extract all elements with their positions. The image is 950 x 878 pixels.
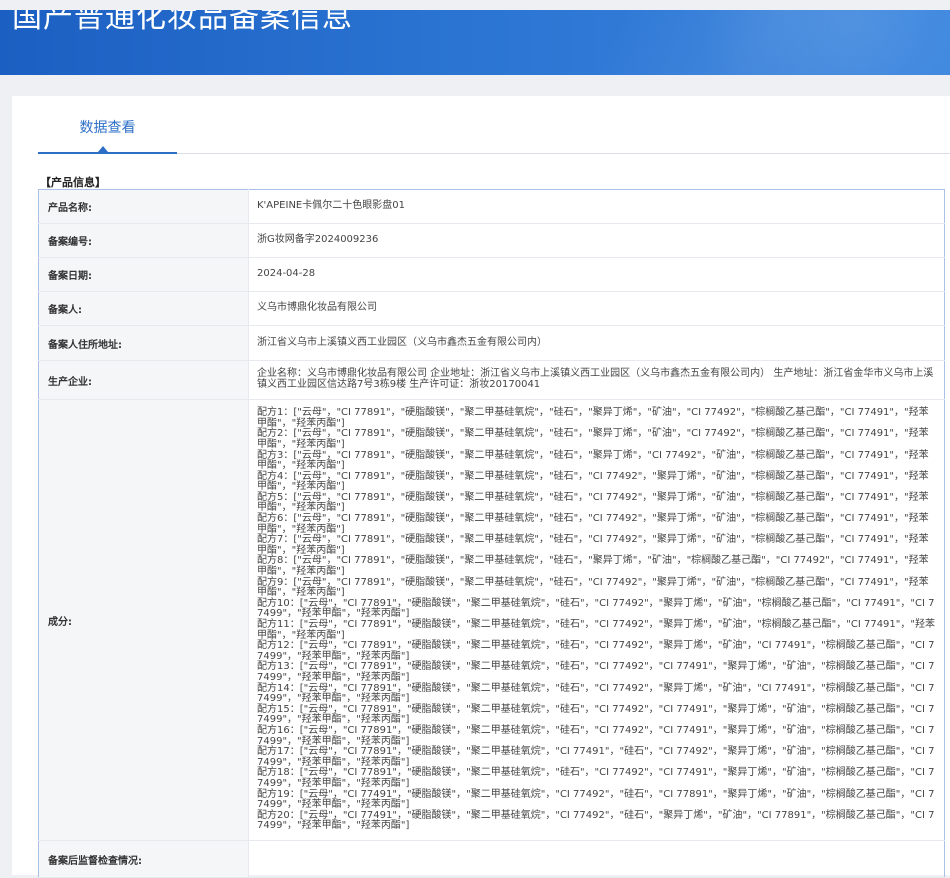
formula-item: 配方14：["云母"，"CI 77891"，"硬脂酸镁"，"聚二甲基硅氧烷"，"… <box>257 682 935 705</box>
value-registrant-address: 浙江省义乌市上溪镇义西工业园区（义乌市鑫杰五金有限公司内） <box>248 325 945 361</box>
label-product-name: 产品名称: <box>38 189 249 224</box>
formula-item: 配方7：["云母"，"CI 77891"，"硬脂酸镁"，"聚二甲基硅氧烷"，"硅… <box>257 534 929 556</box>
formula-item: 配方17：["云母"，"CI 77891"，"硬脂酸镁"，"聚二甲基硅氧烷"，"… <box>257 746 935 768</box>
value-registrant: 义乌市博鼎化妆品有限公司 <box>248 291 945 326</box>
value-manufacturer: 企业名称：义乌市博鼎化妆品有限公司 企业地址：浙江省义乌市上溪镇义西工业园区（义… <box>248 360 945 400</box>
label-post-supervision: 备案后监督检查情况: <box>38 840 249 878</box>
formula-item: 配方3：["云母"，"CI 77891"，"硬脂酸镁"，"聚二甲基硅氧烷"，"硅… <box>257 449 929 472</box>
formula-item: 配方18：["云母"，"CI 77891"，"硬脂酸镁"，"聚二甲基硅氧烷"，"… <box>257 767 935 789</box>
formula-item: 配方20：["云母"，"CI 77491"，"硬脂酸镁"，"聚二甲基硅氧烷"，"… <box>257 809 935 832</box>
page-title: 国产普通化妆品备案信息 <box>12 10 353 35</box>
table-row-registrant-address: 备案人住所地址: 浙江省义乌市上溪镇义西工业园区（义乌市鑫杰五金有限公司内） <box>38 325 945 361</box>
table-row-record-no: 备案编号: 浙G妆网备字2024009236 <box>38 223 945 258</box>
formula-item: 配方8：["云母"，"CI 77891"，"硬脂酸镁"，"聚二甲基硅氧烷"，"硅… <box>257 555 929 578</box>
value-ingredients: 配方1：["云母"，"CI 77891"，"硬脂酸镁"，"聚二甲基硅氧烷"，"硅… <box>248 399 945 841</box>
label-ingredients: 成分: <box>38 399 249 841</box>
section-title-product-info: 【产品信息】 <box>40 176 106 189</box>
page-header: 国产普通化妆品备案信息 <box>0 10 950 75</box>
formula-item: 配方1：["云母"，"CI 77891"，"硬脂酸镁"，"聚二甲基硅氧烷"，"硅… <box>257 407 929 429</box>
header-decoration <box>470 10 950 75</box>
formula-item: 配方12：["云母"，"CI 77891"，"硬脂酸镁"，"聚二甲基硅氧烷"，"… <box>257 640 935 662</box>
tab-data-view-label: 数据查看 <box>79 120 136 136</box>
table-row-product-name: 产品名称: K'APEINE卡佩尔二十色眼影盘01 <box>38 189 945 224</box>
formula-item: 配方6：["云母"，"CI 77891"，"硬脂酸镁"，"聚二甲基硅氧烷"，"硅… <box>257 513 929 535</box>
table-row-ingredients: 成分: 配方1：["云母"，"CI 77891"，"硬脂酸镁"，"聚二甲基硅氧烷… <box>38 399 945 841</box>
table-row-record-date: 备案日期: 2024-04-28 <box>38 257 945 292</box>
tab-data-view[interactable]: 数据查看 <box>38 96 177 154</box>
formula-item: 配方9：["云母"，"CI 77891"，"硬脂酸镁"，"聚二甲基硅氧烷"，"硅… <box>257 576 929 599</box>
tab-bar: 数据查看 <box>38 96 950 154</box>
formula-item: 配方5：["云母"，"CI 77891"，"硬脂酸镁"，"聚二甲基硅氧烷"，"硅… <box>257 491 929 514</box>
formula-item: 配方2：["云母"，"CI 77891"，"硬脂酸镁"，"聚二甲基硅氧烷"，"硅… <box>257 428 929 450</box>
value-record-no: 浙G妆网备字2024009236 <box>248 223 945 258</box>
table-row-post-supervision: 备案后监督检查情况: <box>38 840 945 878</box>
formula-item: 配方16：["云母"，"CI 77891"，"硬脂酸镁"，"聚二甲基硅氧烷"，"… <box>257 724 935 747</box>
value-record-date: 2024-04-28 <box>248 257 945 292</box>
formula-item: 配方11：["云母"，"CI 77891"，"硬脂酸镁"，"聚二甲基硅氧烷"，"… <box>257 619 935 641</box>
label-manufacturer: 生产企业: <box>38 360 249 400</box>
formula-item: 配方13：["云母"，"CI 77891"，"硬脂酸镁"，"聚二甲基硅氧烷"，"… <box>257 661 935 683</box>
formula-item: 配方19：["云母"，"CI 77491"，"硬脂酸镁"，"聚二甲基硅氧烷"，"… <box>257 788 935 811</box>
content-panel: 数据查看 【产品信息】 产品名称: K'APEINE卡佩尔二十色眼影盘01 备案… <box>12 96 950 878</box>
value-post-supervision <box>248 840 945 878</box>
table-row-registrant: 备案人: 义乌市博鼎化妆品有限公司 <box>38 291 945 326</box>
label-record-no: 备案编号: <box>38 223 249 258</box>
product-info-table: 产品名称: K'APEINE卡佩尔二十色眼影盘01 备案编号: 浙G妆网备字20… <box>38 189 945 878</box>
table-row-manufacturer: 生产企业: 企业名称：义乌市博鼎化妆品有限公司 企业地址：浙江省义乌市上溪镇义西… <box>38 360 945 400</box>
label-record-date: 备案日期: <box>38 257 249 292</box>
formula-item: 配方15：["云母"，"CI 77891"，"硬脂酸镁"，"聚二甲基硅氧烷"，"… <box>257 703 935 726</box>
value-product-name: K'APEINE卡佩尔二十色眼影盘01 <box>248 189 945 224</box>
tab-active-caret-icon <box>98 146 108 152</box>
label-registrant: 备案人: <box>38 291 249 326</box>
formula-item: 配方4：["云母"，"CI 77891"，"硬脂酸镁"，"聚二甲基硅氧烷"，"硅… <box>257 470 929 493</box>
formula-item: 配方10：["云母"，"CI 77891"，"硬脂酸镁"，"聚二甲基硅氧烷"，"… <box>257 597 935 620</box>
label-registrant-address: 备案人住所地址: <box>38 325 249 361</box>
